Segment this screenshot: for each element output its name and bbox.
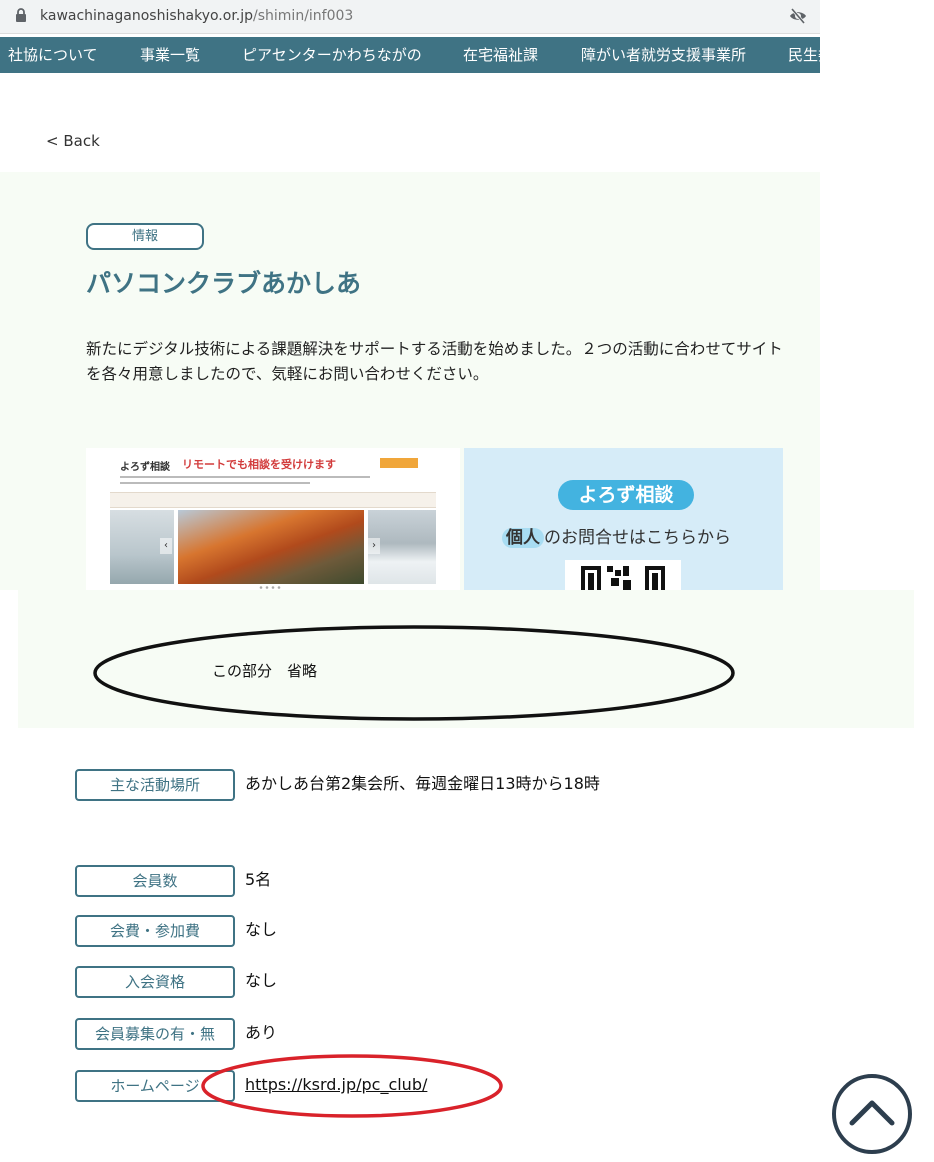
- banner-text: のお問合せはこちらから: [544, 528, 731, 548]
- chevron-left-icon: ‹: [160, 538, 172, 554]
- chevron-right-icon: ›: [368, 538, 380, 554]
- main-nav: 社協について 事業一覧 ピアセンターかわちながの 在宅福祉課 障がい者就労支援事…: [0, 37, 820, 73]
- info-label-fee: 会費・参加費: [75, 915, 235, 947]
- address-bar[interactable]: kawachinaganoshishakyo.or.jp/shimin/inf0…: [0, 0, 820, 34]
- url-path: /shimin/inf003: [253, 8, 354, 24]
- banner-pill: よろず相談: [558, 480, 694, 510]
- banner-highlight: 個人: [502, 528, 544, 548]
- article-description: 新たにデジタル技術による課題解決をサポートする活動を始めました。２つの活動に合わ…: [86, 340, 783, 383]
- info-value-fee: なし: [245, 920, 278, 939]
- eye-off-icon[interactable]: [789, 7, 807, 25]
- category-tag: 情報: [86, 223, 204, 250]
- omitted-note: この部分 省略: [212, 662, 318, 680]
- nav-item-peer-center[interactable]: ピアセンターかわちながの: [242, 45, 422, 65]
- carousel-dots: [259, 586, 281, 589]
- banner-brand: よろず相談: [120, 462, 170, 473]
- info-value-recruiting: あり: [245, 1023, 278, 1042]
- banner-photo-autumn: [178, 510, 364, 584]
- page-title: パソコンクラブあかしあ: [86, 269, 362, 298]
- url-text[interactable]: kawachinaganoshishakyo.or.jp/shimin/inf0…: [40, 6, 353, 26]
- banner-menu-bar: [110, 492, 436, 508]
- info-value-activity-place: あかしあ台第2集会所、毎週金曜日13時から18時: [245, 774, 600, 793]
- banner-yorozu-personal[interactable]: よろず相談 個人 のお問合せはこちらから: [464, 448, 783, 590]
- banner-contact-button: [380, 458, 418, 468]
- info-value-eligibility: なし: [245, 971, 278, 990]
- scroll-to-top-button[interactable]: [831, 1073, 913, 1155]
- omitted-ellipse-annotation: [93, 625, 735, 721]
- qr-code: [565, 560, 681, 590]
- banner-headline: リモートでも相談を受けけます: [182, 458, 336, 471]
- nav-item-minsei[interactable]: 民生委: [788, 45, 820, 65]
- back-link[interactable]: < Back: [46, 131, 100, 151]
- info-label-activity-place: 主な活動場所: [75, 769, 235, 801]
- banner-text-line: [120, 482, 310, 484]
- nav-item-home-welfare[interactable]: 在宅福祉課: [463, 45, 538, 65]
- homepage-ellipse-annotation: [201, 1054, 503, 1118]
- nav-item-services[interactable]: 事業一覧: [140, 45, 200, 65]
- info-value-members: 5名: [245, 870, 272, 889]
- info-label-recruiting: 会員募集の有・無: [75, 1018, 235, 1050]
- info-label-eligibility: 入会資格: [75, 966, 235, 998]
- banner-yorozu-site[interactable]: よろず相談 リモートでも相談を受けけます ‹ ›: [86, 448, 460, 590]
- url-host: kawachinaganoshishakyo.or.jp: [40, 8, 254, 24]
- nav-item-about[interactable]: 社協について: [8, 45, 98, 65]
- nav-item-employment-support[interactable]: 障がい者就労支援事業所: [581, 45, 746, 65]
- banner-personal-text: 個人 のお問合せはこちらから: [502, 525, 731, 551]
- info-label-members: 会員数: [75, 865, 235, 897]
- banner-text-line: [120, 476, 370, 478]
- qr-code-icon: [581, 566, 665, 590]
- lock-icon: [16, 8, 26, 22]
